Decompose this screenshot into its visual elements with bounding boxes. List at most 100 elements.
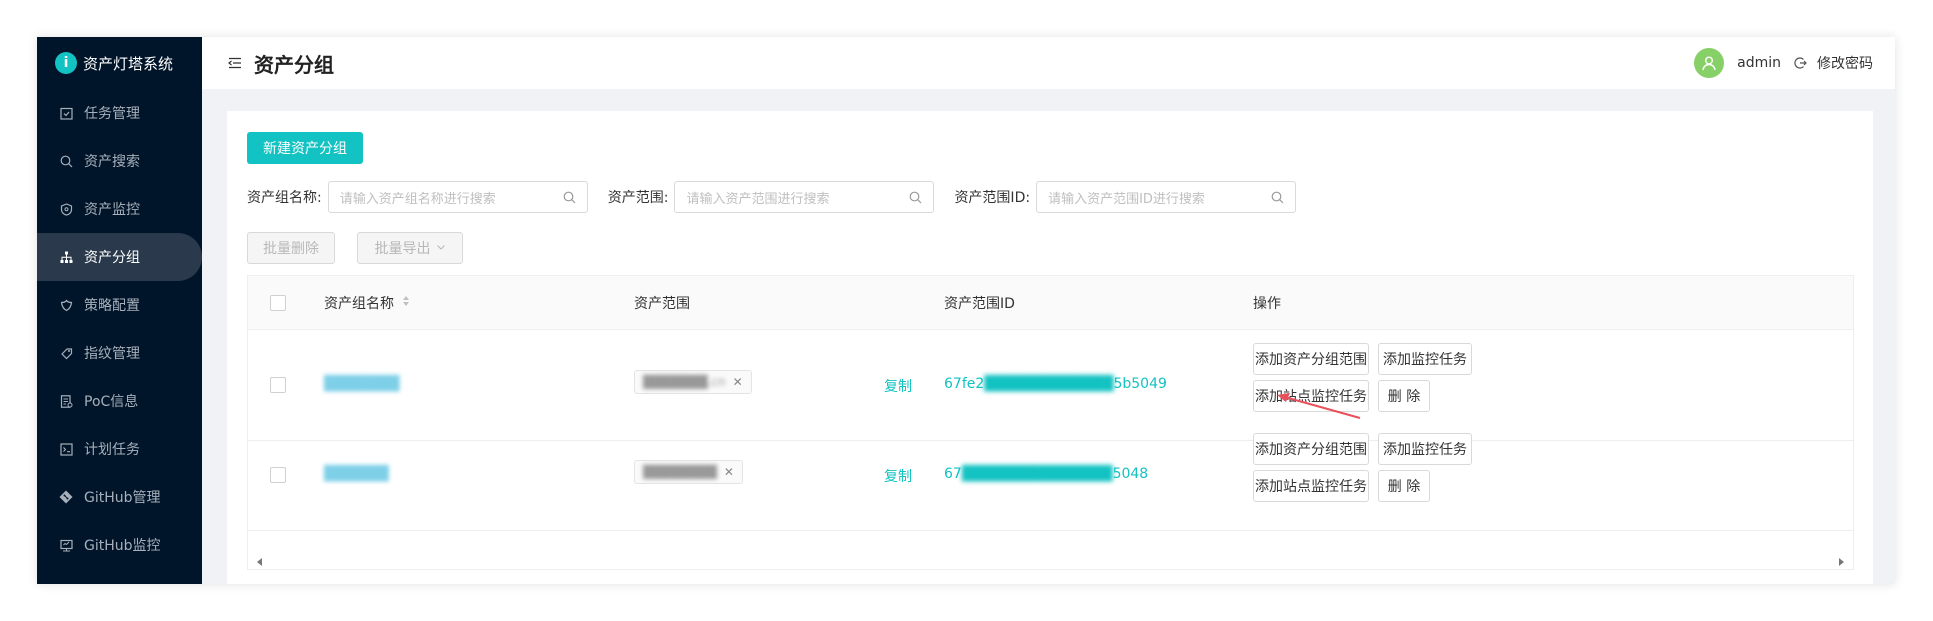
group-name[interactable]: ██████ [324, 466, 389, 482]
sidebar-item-github-monitor[interactable]: GitHub监控 [37, 521, 202, 569]
sidebar-item-policy[interactable]: 策略配置 [37, 281, 202, 329]
sidebar-item-asset-group[interactable]: 资产分组 [37, 233, 202, 281]
scope-tag-chip: ████████ ✕ [634, 460, 743, 484]
batch-export-label: 批量导出 [374, 241, 431, 257]
name-search-input[interactable]: 请输入资产组名称进行搜索 [327, 181, 588, 213]
scope-search-label: 资产范围: [607, 190, 669, 206]
scope-tag: ███████.cn ✕ [634, 370, 752, 394]
sidebar-item-asset-monitor[interactable]: 资产监控 [37, 185, 202, 233]
scope-id-mask: ████████████ [984, 376, 1114, 392]
lighthouse-icon: i [55, 52, 77, 74]
scroll-left-icon[interactable] [257, 558, 262, 566]
scope-id-prefix: 67fe2 [944, 376, 985, 392]
sidebar-item-label: 资产监控 [84, 202, 140, 218]
scope-id[interactable]: 67 ██████████████ 5048 [944, 466, 1148, 482]
column-label: 资产范围 [634, 296, 690, 312]
scope-value: ███████.cn [643, 375, 726, 389]
sidebar-item-label: 计划任务 [84, 442, 140, 458]
sidebar-item-label: PoC信息 [84, 394, 139, 410]
sort-icon[interactable] [402, 295, 410, 311]
batch-delete-label: 批量删除 [263, 241, 319, 257]
scope-search-placeholder: 请输入资产范围进行搜索 [686, 191, 830, 207]
monitor-icon [59, 538, 73, 552]
sidebar-item-label: 资产分组 [84, 250, 140, 266]
scope-id-suffix: 5048 [1112, 466, 1149, 482]
add-site-monitor-button[interactable]: 添加站点监控任务 [1253, 470, 1369, 502]
sidebar-item-label: GitHub管理 [84, 490, 161, 506]
select-all-checkbox[interactable] [270, 295, 286, 311]
app-title: 资产灯塔系统 [83, 54, 174, 73]
sidebar-item-schedule[interactable]: 计划任务 [37, 425, 202, 473]
scope-search-input[interactable]: 请输入资产范围进行搜索 [674, 181, 935, 213]
add-monitor-button[interactable]: 添加监控任务 [1378, 343, 1472, 375]
search-icon[interactable] [909, 191, 922, 204]
new-group-button[interactable]: 新建资产分组 [247, 132, 363, 164]
row-checkbox[interactable] [270, 467, 286, 483]
add-scope-button[interactable]: 添加资产分组范围 [1253, 433, 1369, 465]
table-header: 资产组名称 资产范围 资产范围ID 操作 [248, 276, 1853, 330]
chevron-down-icon [436, 240, 446, 256]
sidebar-item-tasks[interactable]: 任务管理 [37, 89, 202, 137]
copy-link[interactable]: 复制 [884, 376, 912, 396]
logout-icon[interactable] [1793, 56, 1807, 70]
app-logo[interactable]: i 资产灯塔系统 [37, 37, 202, 89]
sidebar-item-label: 指纹管理 [84, 346, 140, 362]
group-icon [59, 250, 73, 264]
top-header: 资产分组 admin 修改密码 [202, 37, 1895, 89]
scope-id-prefix: 67 [944, 466, 962, 482]
menu-fold-icon[interactable] [228, 56, 242, 70]
batch-export-button[interactable]: 批量导出 [357, 232, 463, 264]
scope-id[interactable]: 67fe2 ████████████ 5b5049 [944, 376, 1167, 392]
scope-id-search-input[interactable]: 请输入资产范围ID进行搜索 [1036, 181, 1297, 213]
scope-tag: ████████ ✕ [634, 460, 743, 484]
select-all-cell [270, 276, 286, 330]
column-label: 操作 [1253, 296, 1281, 312]
sidebar-item-poc[interactable]: PoC信息 [37, 377, 202, 425]
horizontal-scrollbar[interactable] [248, 555, 1853, 569]
search-bar: 资产组名称: 请输入资产组名称进行搜索 资产范围: 请输入资产范围进行搜索 资产… [247, 181, 1316, 213]
sidebar-item-label: 策略配置 [84, 298, 140, 314]
delete-button[interactable]: 删 除 [1378, 380, 1430, 412]
group-name[interactable]: ███████ [324, 376, 399, 392]
column-header-name[interactable]: 资产组名称 [324, 276, 410, 330]
row-select-cell [270, 467, 286, 483]
batch-delete-button[interactable]: 批量删除 [247, 232, 335, 264]
row-select-cell [270, 377, 286, 393]
policy-icon [59, 298, 73, 312]
app-window: i 资产灯塔系统 任务管理 资产搜索 资产监控 资产分组 策略配置 指纹管理 P… [37, 37, 1895, 584]
scope-id-suffix: 5b5049 [1113, 376, 1167, 392]
search-icon[interactable] [1271, 191, 1284, 204]
asset-group-table: 资产组名称 资产范围 资产范围ID 操作 ███████ ███████.cn … [247, 275, 1854, 570]
sidebar-item-fingerprint[interactable]: 指纹管理 [37, 329, 202, 377]
avatar[interactable] [1694, 48, 1725, 78]
page-title: 资产分组 [254, 52, 334, 77]
add-scope-button[interactable]: 添加资产分组范围 [1253, 343, 1369, 375]
sidebar-item-label: 任务管理 [84, 106, 140, 122]
add-monitor-button[interactable]: 添加监控任务 [1378, 433, 1472, 465]
scope-value: ████████ [643, 465, 717, 479]
search-icon[interactable] [563, 191, 576, 204]
add-site-monitor-button[interactable]: 添加站点监控任务 [1253, 380, 1369, 412]
poc-icon [59, 394, 73, 408]
sidebar-item-asset-search[interactable]: 资产搜索 [37, 137, 202, 185]
change-password-link[interactable]: 修改密码 [1817, 53, 1873, 73]
column-header-actions: 操作 [1253, 276, 1281, 330]
tag-close-icon[interactable]: ✕ [733, 375, 743, 389]
sidebar-item-label: GitHub监控 [84, 538, 161, 554]
row-checkbox[interactable] [270, 377, 286, 393]
table-row: ██████ ████████ ✕ 复制 67 ██████████████ 5… [248, 420, 1853, 531]
scope-id-mask: ██████████████ [961, 466, 1113, 482]
shield-icon [59, 202, 73, 216]
scroll-right-icon[interactable] [1839, 558, 1844, 566]
name-search-placeholder: 请输入资产组名称进行搜索 [339, 191, 496, 207]
username[interactable]: admin [1737, 55, 1781, 71]
sidebar-item-label: 资产搜索 [84, 154, 140, 170]
sidebar: i 资产灯塔系统 任务管理 资产搜索 资产监控 资产分组 策略配置 指纹管理 P… [37, 37, 202, 584]
scope-id-search-placeholder: 请输入资产范围ID进行搜索 [1048, 191, 1205, 207]
task-icon [59, 106, 73, 120]
delete-button[interactable]: 删 除 [1378, 470, 1430, 502]
tag-close-icon[interactable]: ✕ [724, 465, 734, 479]
scope-tag-chip: ███████.cn ✕ [634, 370, 752, 394]
copy-link[interactable]: 复制 [884, 466, 912, 486]
sidebar-item-github[interactable]: GitHub管理 [37, 473, 202, 521]
